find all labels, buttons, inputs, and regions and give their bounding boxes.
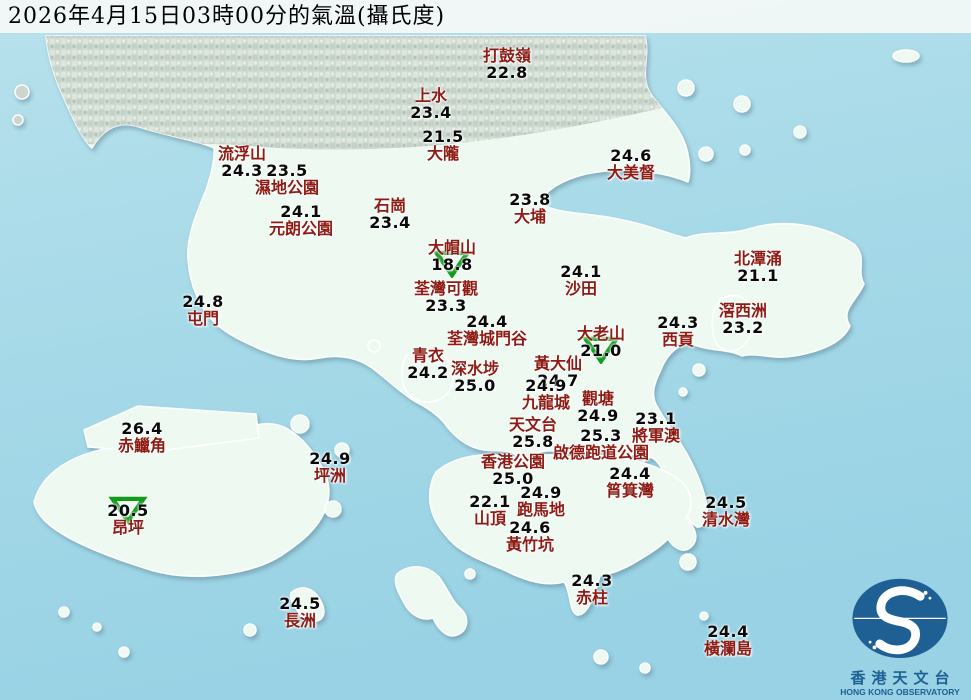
stations-layer: 打鼓嶺22.8上水23.421.5大隴流浮山24.323.5濕地公園24.6大美… bbox=[0, 0, 971, 700]
station-temperature: 24.9 bbox=[255, 450, 405, 467]
station-北潭涌: 北潭涌21.1 bbox=[683, 250, 833, 284]
hko-logo: 香港天文台 HONG KONG OBSERVATORY bbox=[833, 577, 967, 698]
station-temperature: 24.5 bbox=[651, 494, 801, 511]
station-label: 屯門 bbox=[128, 310, 278, 327]
station-temperature: 22.1 bbox=[415, 493, 565, 510]
hko-temperature-map-screen: 打鼓嶺22.8上水23.421.5大隴流浮山24.323.5濕地公園24.6大美… bbox=[0, 0, 971, 700]
station-temperature: 20.5 bbox=[53, 502, 203, 519]
station-昂坪: 20.5昂坪 bbox=[53, 502, 203, 536]
station-label: 橫瀾島 bbox=[653, 640, 803, 657]
station-荃灣可觀: 荃灣可觀23.3 bbox=[371, 280, 521, 314]
station-temperature: 24.6 bbox=[455, 519, 605, 536]
station-label: 上水 bbox=[356, 87, 506, 104]
station-label: 濕地公園 bbox=[212, 179, 362, 196]
map-title: 2026年4月15日03時00分的氣溫(攝氏度) bbox=[0, 0, 971, 33]
station-label: 大隴 bbox=[368, 145, 518, 162]
station-label: 坪洲 bbox=[255, 467, 405, 484]
station-temperature: 24.5 bbox=[225, 595, 375, 612]
station-打鼓嶺: 打鼓嶺22.8 bbox=[432, 47, 582, 81]
station-濕地公園: 23.5濕地公園 bbox=[212, 162, 362, 196]
station-label: 昂坪 bbox=[53, 519, 203, 536]
station-temperature: 24.4 bbox=[653, 623, 803, 640]
station-label: 深水埗 bbox=[400, 360, 550, 377]
station-大隴: 21.5大隴 bbox=[368, 128, 518, 162]
station-temperature: 22.8 bbox=[432, 64, 582, 81]
station-temperature: 24.3 bbox=[517, 572, 667, 589]
station-temperature: 21.1 bbox=[683, 267, 833, 284]
station-temperature: 24.1 bbox=[226, 203, 376, 220]
station-赤柱: 24.3赤柱 bbox=[517, 572, 667, 606]
station-label: 元朗公園 bbox=[226, 220, 376, 237]
station-橫瀾島: 24.4橫瀾島 bbox=[653, 623, 803, 657]
station-label: 流浮山 bbox=[167, 145, 317, 162]
logo-name-zh: 香港天文台 bbox=[833, 669, 967, 687]
station-上水: 上水23.4 bbox=[356, 87, 506, 121]
station-label: 北潭涌 bbox=[683, 250, 833, 267]
station-坪洲: 24.9坪洲 bbox=[255, 450, 405, 484]
station-label: 長洲 bbox=[225, 612, 375, 629]
station-label: 黃竹坑 bbox=[455, 536, 605, 553]
station-temperature: 23.5 bbox=[212, 162, 362, 179]
station-label: 大老山 bbox=[526, 325, 676, 342]
station-黃竹坑: 24.6黃竹坑 bbox=[455, 519, 605, 553]
station-label: 打鼓嶺 bbox=[432, 47, 582, 64]
station-屯門: 24.8屯門 bbox=[128, 293, 278, 327]
station-label: 沙田 bbox=[506, 280, 656, 297]
station-沙田: 24.1沙田 bbox=[506, 263, 656, 297]
station-temperature: 23.4 bbox=[356, 104, 506, 121]
observatory-logo-icon bbox=[842, 577, 958, 665]
station-清水灣: 24.5清水灣 bbox=[651, 494, 801, 528]
station-temperature: 26.4 bbox=[67, 420, 217, 437]
station-label: 清水灣 bbox=[651, 511, 801, 528]
station-temperature: 25.3 bbox=[526, 427, 676, 444]
station-temperature: 24.8 bbox=[128, 293, 278, 310]
station-temperature: 23.8 bbox=[455, 191, 605, 208]
station-temperature: 21.5 bbox=[368, 128, 518, 145]
station-大帽山: 大帽山18.8 bbox=[377, 239, 527, 273]
station-長洲: 24.5長洲 bbox=[225, 595, 375, 629]
station-label: 觀塘 bbox=[523, 390, 673, 407]
station-temperature: 24.6 bbox=[556, 147, 706, 164]
station-大美督: 24.6大美督 bbox=[556, 147, 706, 181]
station-元朗公園: 24.1元朗公園 bbox=[226, 203, 376, 237]
station-label: 大埔 bbox=[455, 208, 605, 225]
station-temperature: 24.1 bbox=[506, 263, 656, 280]
station-赤鱲角: 26.4赤鱲角 bbox=[67, 420, 217, 454]
station-label: 大美督 bbox=[556, 164, 706, 181]
station-label: 赤柱 bbox=[517, 589, 667, 606]
station-label: 荃灣可觀 bbox=[371, 280, 521, 297]
station-label: 赤鱲角 bbox=[67, 437, 217, 454]
station-大埔: 23.8大埔 bbox=[455, 191, 605, 225]
station-temperature: 18.8 bbox=[377, 256, 527, 273]
station-temperature: 24.4 bbox=[555, 465, 705, 482]
station-label: 大帽山 bbox=[377, 239, 527, 256]
logo-name-en: HONG KONG OBSERVATORY bbox=[833, 687, 967, 698]
